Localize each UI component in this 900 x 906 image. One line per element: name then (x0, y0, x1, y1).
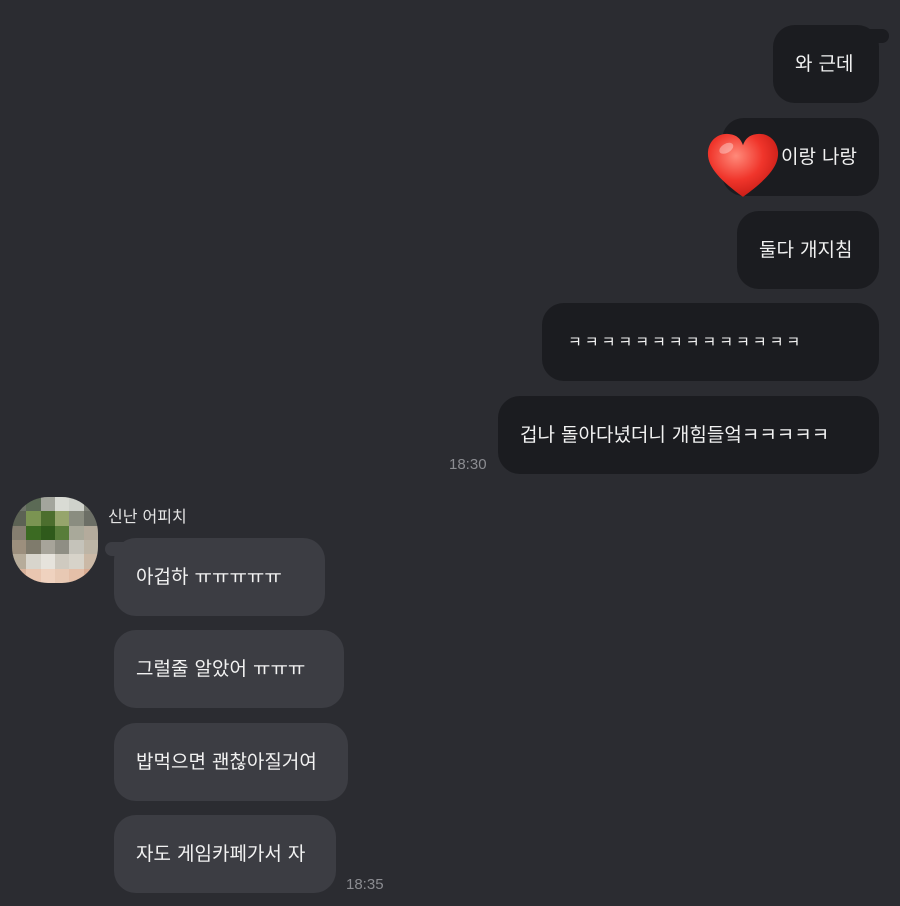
sent-message[interactable]: 와 근데 (773, 25, 889, 103)
sent-message[interactable]: ㅋㅋㅋㅋㅋㅋㅋㅋㅋㅋㅋㅋㅋㅋ (542, 303, 879, 381)
message-text: ㅋㅋㅋㅋㅋㅋㅋㅋㅋㅋㅋㅋㅋㅋ (568, 333, 804, 351)
message-text: 이랑 나랑 (781, 146, 857, 168)
bubble-tail (105, 542, 127, 556)
received-message[interactable]: 자도 게임카페가서 자 (114, 815, 336, 893)
chat-screen: 와 근데 이랑 나랑 둘다 개지침 ㅋㅋㅋㅋㅋㅋㅋㅋㅋㅋㅋㅋㅋㅋ 겁나 돌아다녔… (0, 0, 900, 906)
received-message[interactable]: 그럴줄 알았어 ㅠㅠㅠ (114, 630, 344, 708)
message-text: 자도 게임카페가서 자 (136, 843, 306, 865)
received-timestamp: 18:35 (346, 876, 384, 893)
message-text: 그럴줄 알았어 ㅠㅠㅠ (136, 658, 306, 680)
received-message[interactable]: 밥먹으면 괜찮아질거여 (114, 723, 348, 801)
sent-message[interactable]: 둘다 개지침 (737, 211, 879, 289)
bubble-tail (867, 29, 889, 43)
message-text: 밥먹으면 괜찮아질거여 (136, 751, 317, 773)
received-message[interactable]: 아겁하 ㅠㅠㅠㅠㅠ (105, 538, 325, 616)
message-text: 아겁하 ㅠㅠㅠㅠㅠ (136, 566, 282, 588)
sent-timestamp: 18:30 (449, 456, 487, 473)
message-text: 겁나 돌아다녔더니 개힘들엌ㅋㅋㅋㅋㅋ (520, 424, 830, 446)
sent-message[interactable]: 겁나 돌아다녔더니 개힘들엌ㅋㅋㅋㅋㅋ (498, 396, 879, 474)
message-text: 둘다 개지침 (759, 239, 853, 261)
heart-emoji-icon (707, 133, 779, 197)
avatar[interactable] (12, 497, 98, 583)
sender-name: 신난 어피치 (108, 507, 187, 526)
message-text: 와 근데 (795, 53, 854, 75)
